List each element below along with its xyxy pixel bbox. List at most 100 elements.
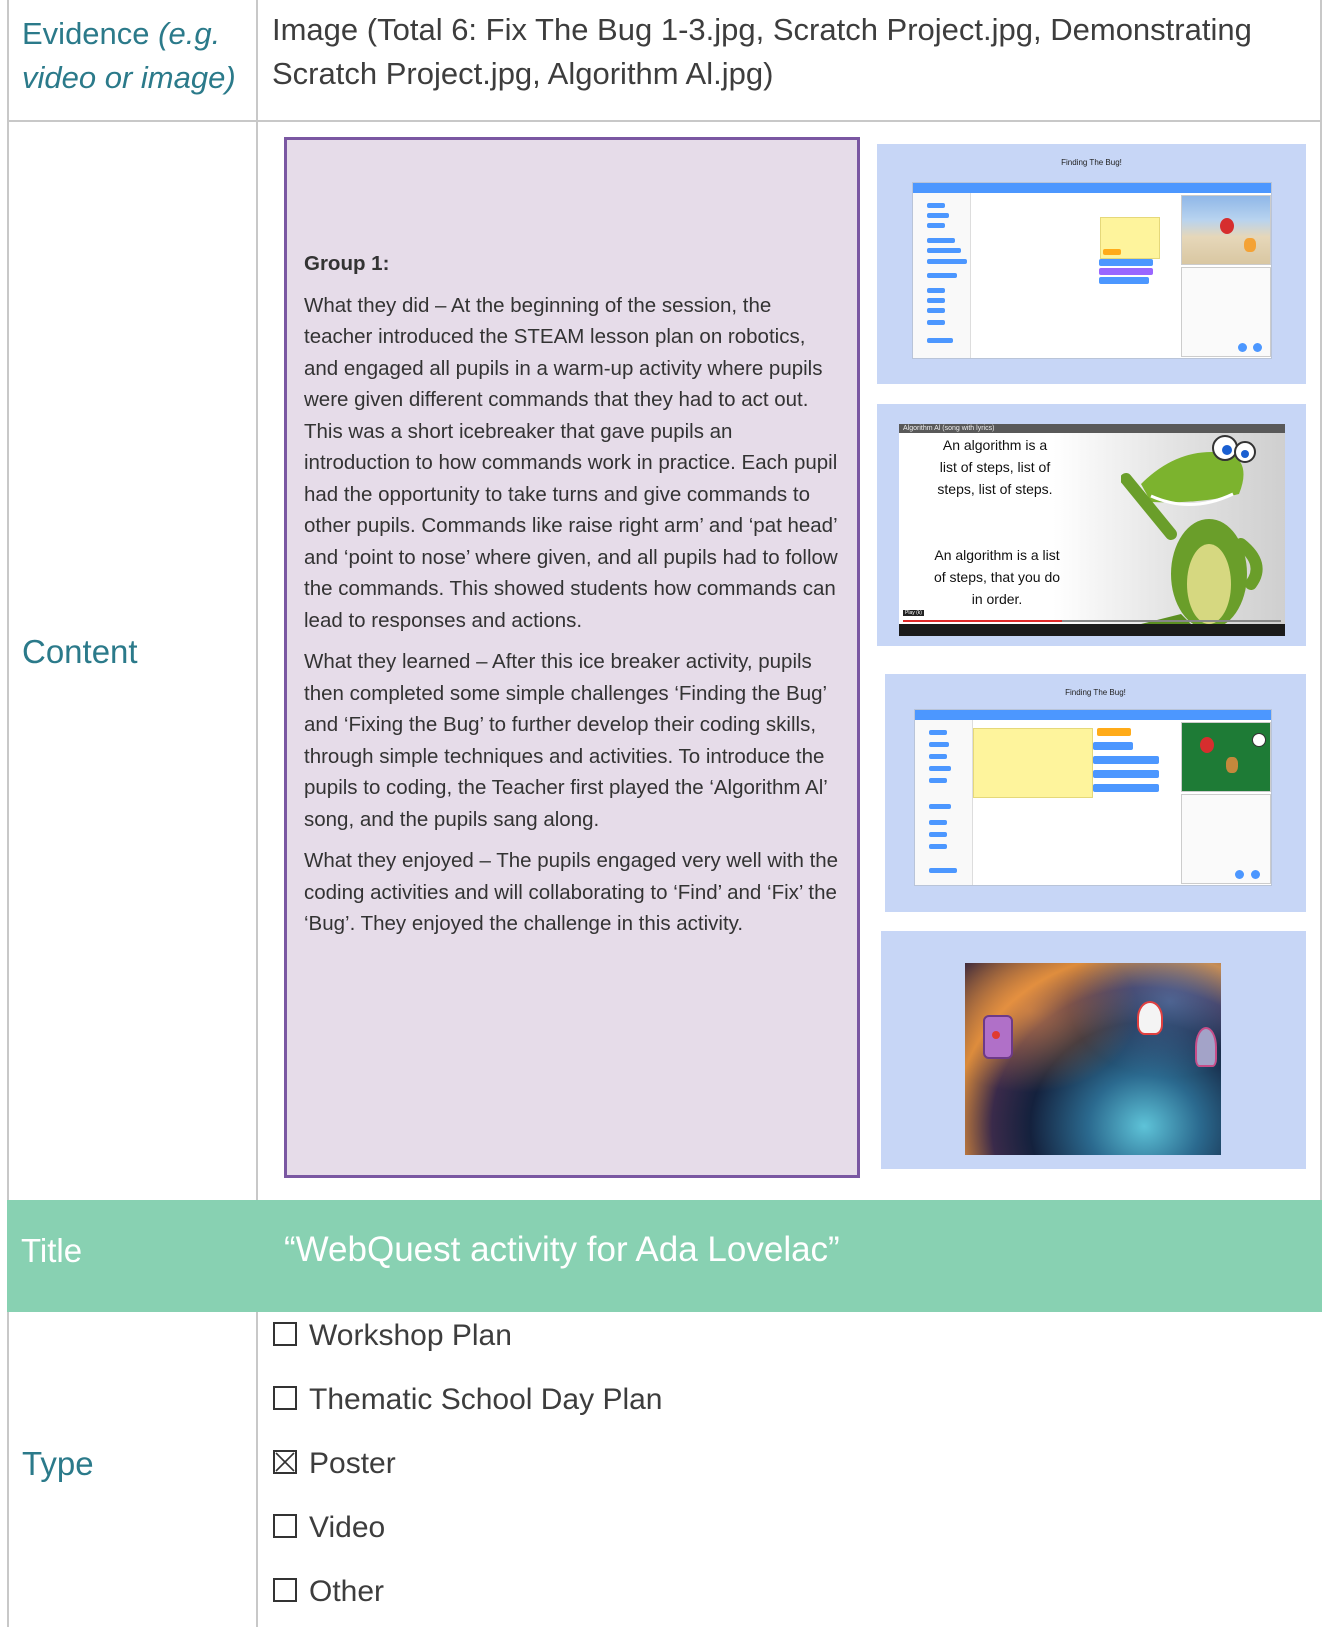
sprite-rocket [1195,1027,1217,1067]
column-divider-type [256,1312,258,1627]
scratch-stage [1181,195,1271,265]
code-block [1099,259,1153,266]
table-border-left [7,0,9,1627]
scratch-block-palette [924,193,971,358]
sprite-ball [1252,733,1266,747]
code-block [927,213,949,218]
scratch-stage [1181,722,1271,792]
checkbox-unchecked[interactable] [273,1514,297,1539]
video-control-bar [899,624,1285,636]
scratch-menubar [915,710,1271,720]
code-block [929,844,947,849]
type-option-poster[interactable]: Poster [273,1444,396,1484]
title-row: Title “WebQuest activity for Ada Lovelac… [7,1200,1322,1312]
image-caption: Finding The Bug! [1065,688,1126,697]
paragraph-what-they-enjoyed: What they enjoyed – The pupils engaged v… [304,849,839,935]
title-label: Title [21,1232,83,1269]
crocodile-character-icon [1121,435,1263,629]
evidence-value: Image (Total 6: Fix The Bug 1-3.jpg, Scr… [272,12,1252,91]
play-tooltip: Play (k) [903,610,924,616]
code-block [1099,268,1153,275]
sprite-cat [1244,238,1256,252]
code-block [927,338,953,343]
code-block [929,804,951,809]
type-option-workshop-plan[interactable]: Workshop Plan [273,1316,512,1356]
code-block [1093,742,1133,750]
sprite-red-bird [1200,737,1214,753]
code-block [929,832,947,837]
zoom-button [1253,343,1262,352]
code-block [927,288,945,293]
evidence-image-scratch-project [881,931,1306,1169]
scratch-editor-mock [914,709,1272,886]
code-block [927,320,945,325]
code-block [927,223,945,228]
zoom-button [1238,343,1247,352]
code-block [929,868,957,873]
row-divider-evidence [7,120,1322,122]
option-label: Thematic School Day Plan [309,1383,663,1416]
image-caption: Finding The Bug! [1061,158,1122,167]
checkbox-checked[interactable] [273,1450,297,1475]
space-stage [965,963,1221,1155]
evidence-image-finding-bug-1: Finding The Bug! [877,144,1306,384]
paragraph-what-they-did: What they did – At the beginning of the … [304,293,838,632]
scratch-menubar [913,183,1271,193]
sprite-astronaut [1137,1001,1163,1035]
code-block [929,766,951,771]
type-label: Type [22,1445,94,1482]
video-lyrics-2: An algorithm is a list of steps, that yo… [933,547,1061,607]
option-label: Other [309,1575,385,1608]
table-border-right [1320,0,1322,1200]
code-block [1093,756,1159,764]
evidence-label: Evidence (e.g. video or image) [22,12,242,100]
code-block [1097,728,1131,736]
scratch-editor-mock [912,182,1272,359]
code-block [1099,277,1149,284]
code-block [927,248,961,253]
scratch-block-palette [926,720,973,885]
video-player: Algorithm Al (song with lyrics) An algor… [899,424,1285,636]
option-label: Workshop Plan [309,1319,512,1352]
nebula-overlay [965,963,1221,1155]
sprite-robot [983,1015,1013,1059]
type-option-thematic-school-day-plan[interactable]: Thematic School Day Plan [273,1380,663,1420]
code-block [929,820,947,825]
code-block [929,754,947,759]
option-label: Poster [309,1447,396,1480]
code-block [1093,784,1159,792]
checkbox-unchecked[interactable] [273,1578,297,1603]
checkbox-unchecked[interactable] [273,1386,297,1411]
column-divider [256,0,258,1200]
checkbox-cross-icon [275,1452,295,1472]
code-block [927,273,957,278]
code-block [927,203,945,208]
title-value: “WebQuest activity for Ada Lovelac” [284,1230,840,1269]
evidence-image-algorithm-al: Algorithm Al (song with lyrics) An algor… [877,404,1306,646]
video-lyrics-1: An algorithm is a list of steps, list of… [937,437,1053,497]
zoom-button [1251,870,1260,879]
video-progress-bar [903,620,1281,622]
code-block [927,308,945,313]
checkbox-unchecked[interactable] [273,1322,297,1347]
code-block [929,730,947,735]
evidence-label-text: Evidence [22,16,150,51]
code-block [927,238,955,243]
robot-core [992,1031,1000,1039]
code-block [929,778,947,783]
option-label: Video [309,1511,386,1544]
video-progress-fill [903,620,1062,622]
scratch-comment-note [973,728,1093,798]
code-block [927,259,967,264]
sprite-monkey [1226,757,1238,773]
evidence-image-finding-bug-2: Finding The Bug! [885,674,1306,912]
type-option-other[interactable]: Other [273,1572,384,1612]
content-text-panel: Group 1: What they did – At the beginnin… [284,137,860,1178]
group-heading: Group 1: [304,252,390,275]
paragraph-what-they-learned: What they learned – After this ice break… [304,650,828,831]
zoom-button [1235,870,1244,879]
type-option-video[interactable]: Video [273,1508,385,1548]
code-block [1103,249,1121,255]
code-block [1093,770,1159,778]
code-block [929,742,949,747]
